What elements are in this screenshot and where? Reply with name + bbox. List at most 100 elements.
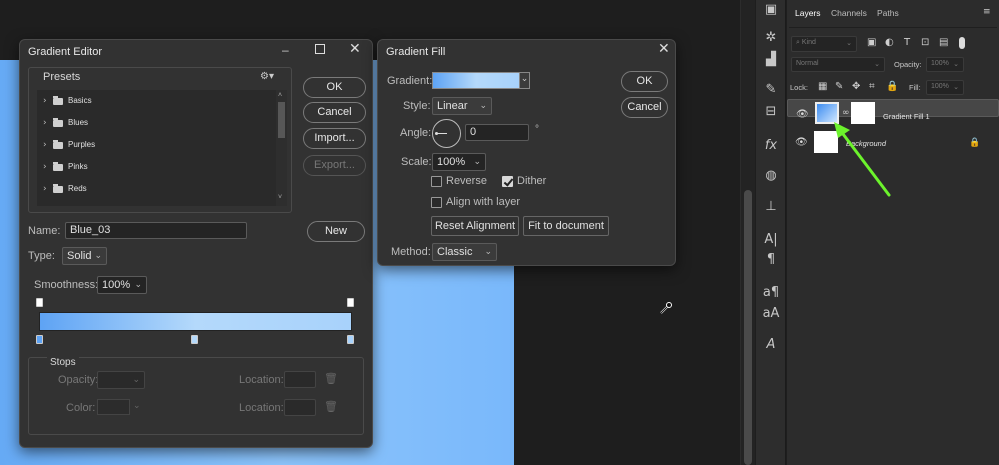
fit-to-document-button[interactable]: Fit to document bbox=[523, 216, 609, 236]
lock-all-icon[interactable]: 🔒 bbox=[886, 82, 898, 92]
opacity-input[interactable]: 100% ⌄ bbox=[926, 57, 964, 72]
align-with-layer-checkbox[interactable] bbox=[431, 197, 442, 208]
filter-shape-icon[interactable]: ⊡ bbox=[921, 38, 929, 48]
panel-menu-icon[interactable]: ≡ bbox=[983, 7, 991, 17]
import-button[interactable]: Import... bbox=[303, 128, 366, 149]
eye-icon[interactable]: 👁 bbox=[795, 137, 808, 148]
lock-transparent-icon[interactable]: ▦ bbox=[818, 82, 827, 92]
adjustments-icon[interactable]: ⊟ bbox=[760, 102, 782, 122]
presets-gear-icon[interactable]: ⚙▾ bbox=[260, 71, 274, 82]
preset-folder[interactable]: › Purples bbox=[37, 134, 273, 156]
expand-icon: › bbox=[43, 162, 47, 172]
image-icon[interactable]: ▣ bbox=[760, 0, 782, 20]
color-location-input[interactable] bbox=[284, 399, 316, 416]
scroll-up-icon[interactable]: ˄ bbox=[278, 92, 282, 99]
tab-channels[interactable]: Channels bbox=[831, 8, 867, 26]
maximize-button[interactable] bbox=[315, 44, 325, 54]
minimize-button[interactable]: – bbox=[282, 43, 294, 57]
cancel-button[interactable]: Cancel bbox=[303, 102, 366, 123]
scale-input[interactable]: 100% ⌄ bbox=[432, 153, 486, 171]
eyedropper-cursor-icon bbox=[659, 301, 673, 315]
lock-artboard-icon[interactable]: ⌗ bbox=[869, 82, 875, 92]
color-location-label: Location: bbox=[239, 402, 284, 414]
character-styles-icon[interactable]: a¶ bbox=[760, 283, 782, 303]
close-button[interactable]: ✕ bbox=[349, 41, 361, 57]
angle-dial[interactable] bbox=[432, 119, 461, 148]
preset-folder-name: Basics bbox=[68, 96, 92, 105]
stops-label: Stops bbox=[47, 357, 79, 368]
link-icon: ∞ bbox=[842, 108, 850, 118]
type-select[interactable]: Solid ⌄ bbox=[62, 247, 107, 265]
character-icon[interactable]: A| bbox=[760, 230, 782, 250]
filter-pixel-icon[interactable]: ▣ bbox=[867, 38, 876, 48]
trash-icon[interactable]: 🗑 bbox=[324, 372, 338, 385]
preset-folder-name: Reds bbox=[68, 184, 87, 193]
dither-checkbox[interactable] bbox=[502, 176, 513, 187]
fx-icon[interactable]: fx bbox=[760, 136, 782, 156]
preset-folder[interactable]: › Pinks bbox=[37, 156, 273, 178]
tab-layers[interactable]: Layers bbox=[795, 8, 821, 26]
trash-icon[interactable]: 🗑 bbox=[324, 400, 338, 413]
presets-scrollbar[interactable]: ˄ ˅ bbox=[276, 90, 287, 206]
vertical-scrollbar[interactable] bbox=[740, 0, 755, 465]
method-value: Classic bbox=[437, 246, 473, 258]
tab-paths[interactable]: Paths bbox=[877, 8, 899, 26]
style-select[interactable]: Linear ⌄ bbox=[432, 97, 492, 115]
scroll-down-icon[interactable]: ˅ bbox=[278, 194, 282, 201]
preset-folder[interactable]: › Blues bbox=[37, 112, 273, 134]
lock-icon: 🔒 bbox=[969, 138, 981, 148]
preset-folder[interactable]: › Reds bbox=[37, 178, 273, 200]
stamp-icon[interactable]: ⊥ bbox=[760, 197, 782, 217]
gradient-preview-bar[interactable] bbox=[39, 312, 352, 331]
smoothness-input[interactable]: 100% ⌄ bbox=[97, 276, 147, 294]
color-stop-left[interactable] bbox=[36, 335, 43, 344]
name-input[interactable]: Blue_03 bbox=[65, 222, 247, 239]
ok-button[interactable]: OK bbox=[303, 77, 366, 98]
filter-type-icon[interactable]: T bbox=[904, 38, 910, 48]
filter-toggle[interactable] bbox=[959, 37, 965, 49]
new-button[interactable]: New bbox=[307, 221, 365, 242]
navigator-icon[interactable]: ✲ bbox=[760, 28, 782, 48]
paragraph-styles-icon[interactable]: aA bbox=[760, 304, 782, 324]
opacity-stop-input[interactable]: ⌄ bbox=[97, 371, 145, 389]
filter-adjustment-icon[interactable]: ◐ bbox=[885, 38, 894, 48]
opacity-location-input[interactable] bbox=[284, 371, 316, 388]
brush-icon[interactable]: ✎ bbox=[760, 80, 782, 100]
scrollbar-thumb[interactable] bbox=[278, 102, 285, 138]
history-icon[interactable]: ◍ bbox=[760, 166, 782, 186]
lock-label: Lock: bbox=[790, 83, 808, 92]
ok-button[interactable]: OK bbox=[621, 71, 668, 92]
layer-row-gradient-fill[interactable]: 👁 ∞ Gradient Fill 1 bbox=[787, 99, 999, 124]
filter-smart-object-icon[interactable]: ▤ bbox=[939, 38, 948, 48]
presets-list[interactable]: › Basics › Blues › Purples › Pinks › Reds ˄ ˅ bbox=[37, 90, 287, 206]
kind-filter-select[interactable]: ⌕ Kind ⌄ bbox=[791, 36, 857, 52]
glyphs-icon[interactable]: A bbox=[760, 335, 782, 355]
opacity-value: 100% bbox=[931, 60, 949, 67]
preset-folder[interactable]: › Basics bbox=[37, 90, 273, 112]
eye-icon[interactable]: 👁 bbox=[796, 108, 809, 122]
paragraph-icon[interactable]: ¶ bbox=[760, 250, 782, 270]
scrollbar-thumb[interactable] bbox=[744, 190, 752, 465]
lock-image-icon[interactable]: ✎ bbox=[835, 82, 843, 92]
gradient-picker-chevron-icon[interactable]: ⌄ bbox=[520, 72, 530, 89]
opacity-stop-right[interactable] bbox=[347, 298, 354, 307]
reset-alignment-button[interactable]: Reset Alignment bbox=[431, 216, 519, 236]
blend-mode-select[interactable]: Normal ⌄ bbox=[791, 57, 885, 72]
color-stop-swatch[interactable] bbox=[97, 399, 130, 415]
method-select[interactable]: Classic ⌄ bbox=[432, 243, 497, 261]
close-button[interactable]: ✕ bbox=[658, 41, 670, 57]
reverse-label: Reverse bbox=[446, 175, 487, 187]
gradient-swatch[interactable] bbox=[432, 72, 520, 89]
opacity-stop-left[interactable] bbox=[36, 298, 43, 307]
cancel-button[interactable]: Cancel bbox=[621, 97, 668, 118]
reverse-checkbox[interactable] bbox=[431, 176, 442, 187]
color-stop-right[interactable] bbox=[347, 335, 354, 344]
export-button[interactable]: Export... bbox=[303, 155, 366, 176]
folder-icon bbox=[53, 140, 63, 149]
histogram-icon[interactable]: ▟ bbox=[760, 50, 782, 70]
color-stop-mid[interactable] bbox=[191, 335, 198, 344]
preset-folder-name: Pinks bbox=[68, 162, 88, 171]
angle-input[interactable]: 0 bbox=[465, 124, 529, 141]
fill-input[interactable]: 100% ⌄ bbox=[926, 80, 964, 95]
lock-position-icon[interactable]: ✥ bbox=[852, 82, 860, 92]
